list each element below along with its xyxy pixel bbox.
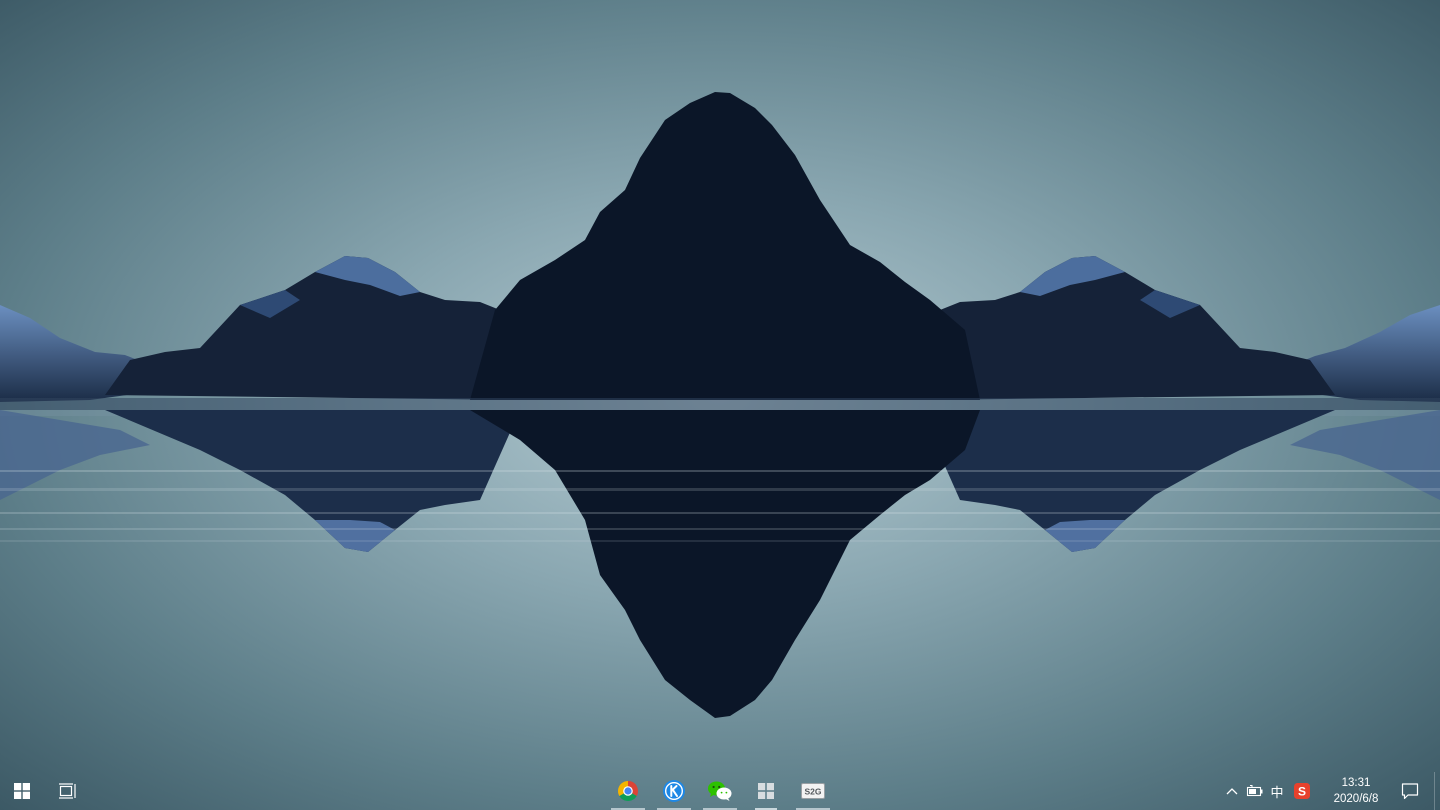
taskbar-app-kugou[interactable]: [653, 772, 695, 810]
clock[interactable]: 13:31 2020/6/8: [1322, 772, 1390, 810]
chevron-up-icon: [1226, 788, 1238, 795]
action-center-icon: [1401, 783, 1419, 800]
start-button[interactable]: [0, 772, 44, 810]
task-view-icon: [59, 783, 76, 799]
desktop: S2G 中 S 13:31 2020/6/8: [0, 0, 1440, 810]
action-center-button[interactable]: [1392, 772, 1428, 810]
tray-overflow-button[interactable]: [1220, 772, 1244, 810]
kugou-icon: [663, 780, 685, 802]
windows-store-icon: [758, 783, 774, 799]
task-view-button[interactable]: [46, 772, 90, 810]
chrome-icon: [618, 781, 638, 801]
tray-sogou-button[interactable]: S: [1290, 772, 1314, 810]
clock-time: 13:31: [1341, 777, 1371, 789]
ime-mode-label: 中: [1270, 785, 1284, 801]
svg-text:S2G: S2G: [804, 787, 821, 797]
tray-battery-button[interactable]: [1243, 772, 1267, 810]
taskbar-app-wechat[interactable]: [699, 772, 741, 810]
sogou-input-icon: S: [1294, 783, 1310, 799]
windows-logo-icon: [14, 783, 30, 799]
clock-date: 2020/6/8: [1333, 793, 1379, 805]
taskbar-app-chrome[interactable]: [607, 772, 649, 810]
tray-ime-mode-button[interactable]: 中: [1265, 772, 1289, 810]
taskbar: S2G 中 S 13:31 2020/6/8: [0, 772, 1440, 810]
s2g-icon: S2G: [801, 783, 825, 799]
svg-text:S: S: [1298, 784, 1306, 798]
taskbar-app-s2g[interactable]: S2G: [792, 772, 834, 810]
battery-icon: [1246, 785, 1263, 797]
wechat-icon: [708, 781, 732, 801]
taskbar-app-windows-store[interactable]: [745, 772, 787, 810]
mountain-wallpaper: [0, 0, 1440, 810]
show-desktop-button[interactable]: [1434, 772, 1440, 810]
